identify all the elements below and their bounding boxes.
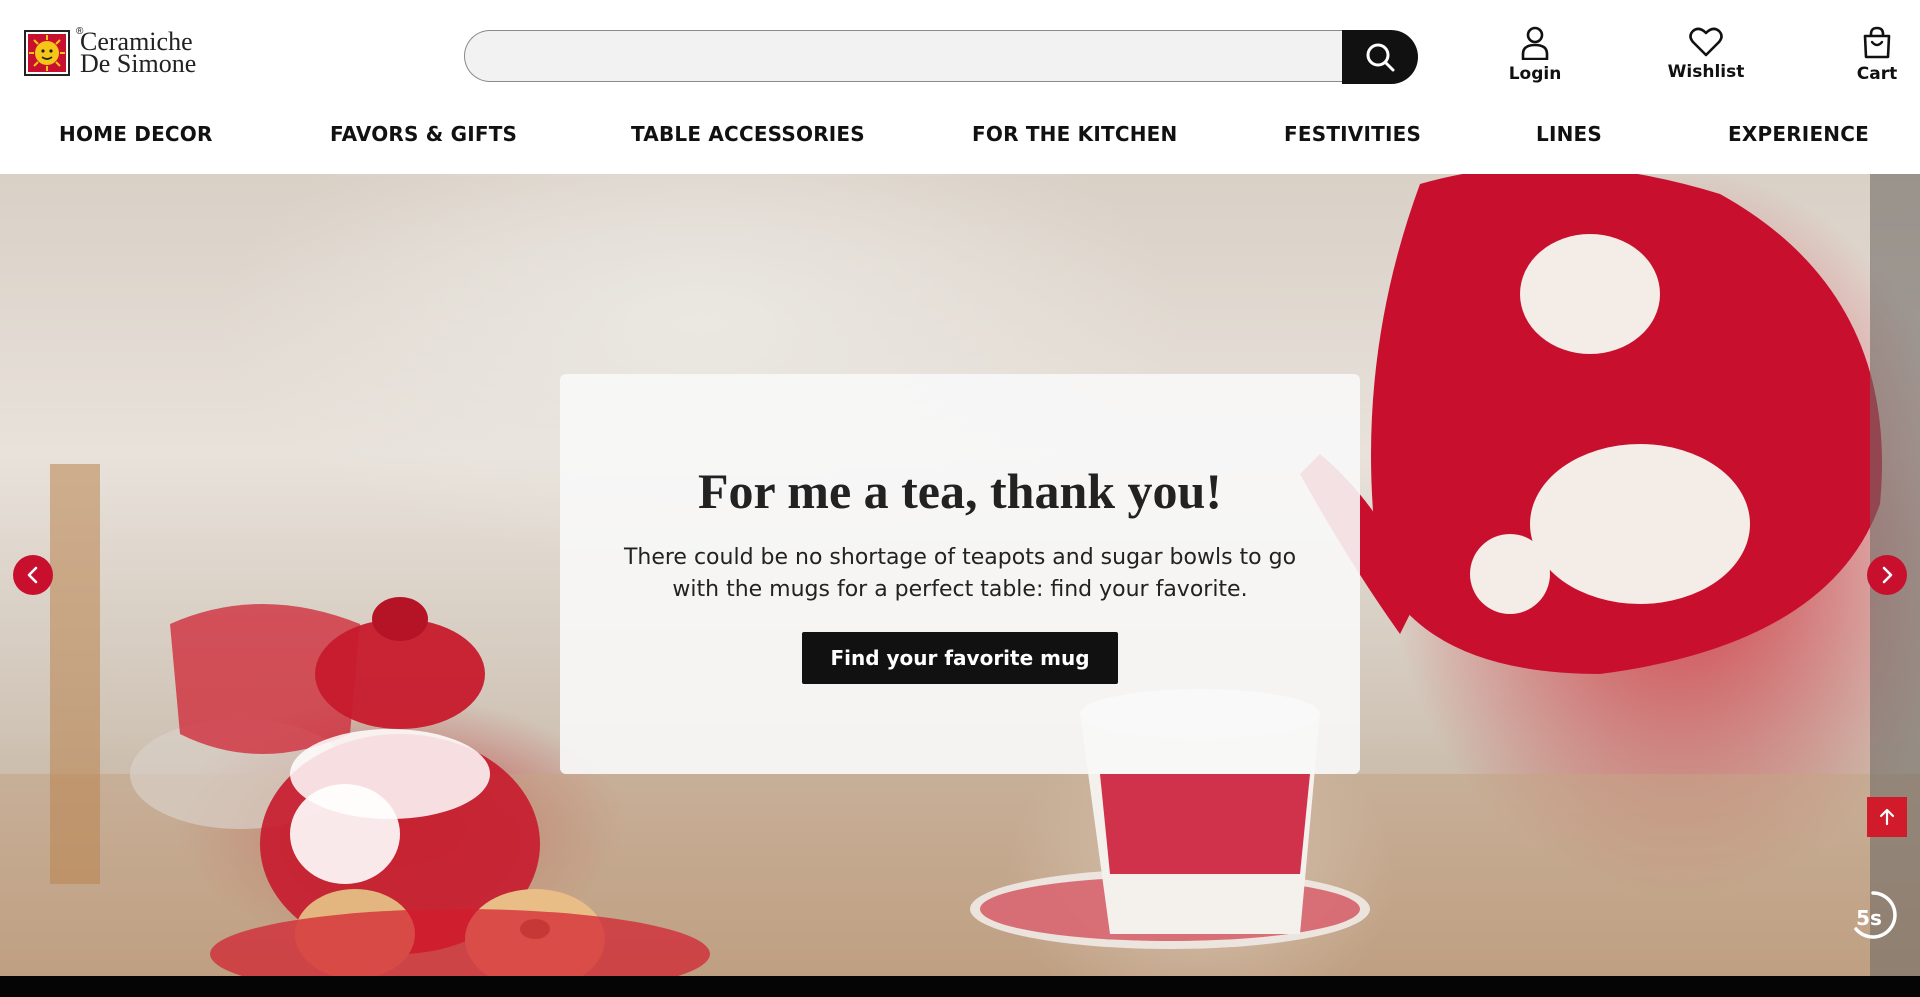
brand-name: Ceramiche De Simone bbox=[80, 29, 197, 78]
nav-item-experience[interactable]: EXPERIENCE bbox=[1728, 122, 1869, 146]
hero-title: For me a tea, thank you! bbox=[697, 463, 1223, 519]
shopping-bag-icon bbox=[1863, 26, 1891, 59]
wishlist-label: Wishlist bbox=[1667, 62, 1745, 82]
nav-item-favors-gifts[interactable]: FAVORS & GIFTS bbox=[330, 122, 517, 146]
scroll-to-top-button[interactable] bbox=[1867, 797, 1907, 837]
hero-slider: For me a tea, thank you! There could be … bbox=[0, 174, 1920, 976]
find-favorite-mug-button[interactable]: Find your favorite mug bbox=[802, 632, 1118, 684]
wishlist-button[interactable]: Wishlist bbox=[1661, 26, 1751, 82]
nav-item-table-accessories[interactable]: TABLE ACCESSORIES bbox=[631, 122, 865, 146]
slider-prev-button[interactable] bbox=[13, 555, 53, 595]
autoplay-timer-label: 5s bbox=[1856, 906, 1882, 930]
nav-item-lines[interactable]: LINES bbox=[1536, 122, 1602, 146]
chevron-left-icon bbox=[27, 566, 38, 584]
hero-card: For me a tea, thank you! There could be … bbox=[560, 374, 1360, 774]
nav-item-home-decor[interactable]: HOME DECOR bbox=[59, 122, 213, 146]
login-label: Login bbox=[1508, 64, 1562, 84]
nav-item-festivities[interactable]: FESTIVITIES bbox=[1284, 122, 1421, 146]
hero-description: There could be no shortage of teapots an… bbox=[623, 545, 1297, 602]
bottom-bar bbox=[0, 976, 1920, 997]
slider-next-button[interactable] bbox=[1867, 555, 1907, 595]
nav-item-for-the-kitchen[interactable]: FOR THE KITCHEN bbox=[972, 122, 1177, 146]
search-icon bbox=[1366, 43, 1395, 72]
brand-name-line2: De Simone bbox=[80, 49, 197, 78]
sun-face-logo-icon bbox=[24, 30, 70, 76]
site-header: ® Ceramiche De Simone Login Wishlist Car… bbox=[0, 0, 1920, 174]
arrow-up-icon bbox=[1879, 808, 1895, 826]
registered-mark: ® bbox=[76, 26, 84, 37]
search-input[interactable] bbox=[464, 30, 1344, 82]
search-bar bbox=[464, 30, 1419, 84]
brand-logo[interactable]: ® Ceramiche De Simone bbox=[24, 26, 197, 78]
main-navigation: HOME DECOR FAVORS & GIFTS TABLE ACCESSOR… bbox=[0, 122, 1920, 158]
cart-label: Cart bbox=[1856, 64, 1898, 84]
user-icon bbox=[1521, 26, 1549, 60]
cart-button[interactable]: Cart bbox=[1832, 26, 1920, 84]
chevron-right-icon bbox=[1882, 566, 1893, 584]
heart-icon bbox=[1689, 27, 1723, 57]
search-button[interactable] bbox=[1342, 30, 1418, 84]
login-button[interactable]: Login bbox=[1490, 26, 1580, 84]
